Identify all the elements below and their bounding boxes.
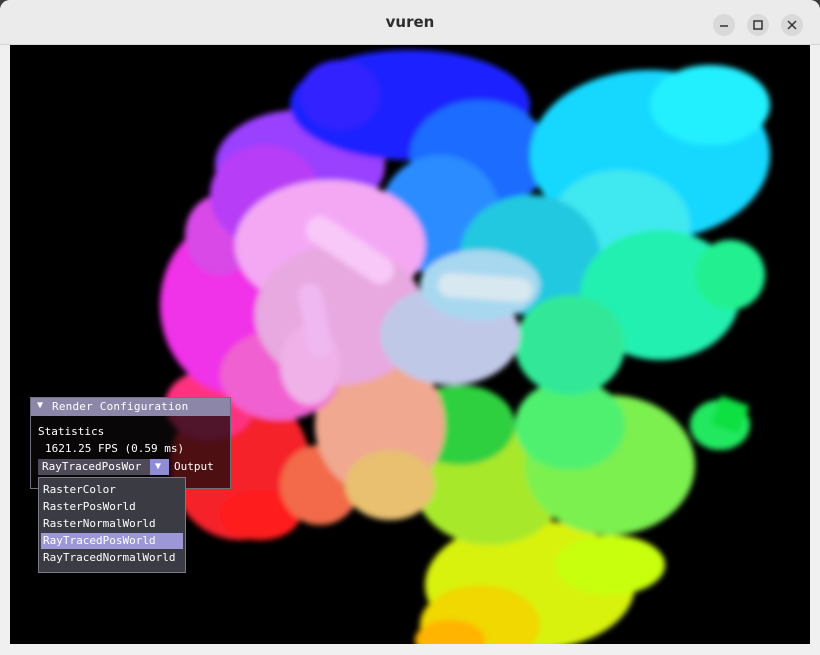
option-raytraced-normal-world[interactable]: RayTracedNormalWorld xyxy=(41,550,183,566)
combo-arrow-button[interactable]: ▼ xyxy=(150,459,169,475)
app-window: vuren ▼ Render Configuration Statistics … xyxy=(0,0,820,655)
close-icon xyxy=(787,20,797,30)
minimize-icon xyxy=(720,25,728,27)
option-raster-pos-world[interactable]: RasterPosWorld xyxy=(41,499,183,515)
option-raster-normal-world[interactable]: RasterNormalWorld xyxy=(41,516,183,532)
minimize-button[interactable] xyxy=(713,14,735,36)
maximize-icon xyxy=(753,20,763,30)
triangle-down-icon: ▼ xyxy=(155,461,162,472)
panel-header[interactable]: ▼ Render Configuration xyxy=(31,398,230,416)
fps-readout: 1621.25 FPS (0.59 ms) xyxy=(45,442,185,455)
statistics-label: Statistics xyxy=(38,425,105,438)
render-configuration-panel: ▼ Render Configuration Statistics 1621.2… xyxy=(30,397,231,489)
output-dropdown-list: RasterColor RasterPosWorld RasterNormalW… xyxy=(38,477,186,573)
close-button[interactable] xyxy=(781,14,803,36)
option-raster-color[interactable]: RasterColor xyxy=(41,482,183,498)
output-combo-value: RayTracedPosWor xyxy=(42,460,142,473)
output-label: Output xyxy=(174,460,214,473)
output-combo[interactable]: RayTracedPosWor ▼ xyxy=(38,459,169,475)
title-bar[interactable]: vuren xyxy=(0,0,820,45)
triangle-down-icon[interactable]: ▼ xyxy=(37,400,43,411)
panel-title: Render Configuration xyxy=(52,400,189,413)
window-title: vuren xyxy=(385,13,435,31)
maximize-button[interactable] xyxy=(747,14,769,36)
option-raytraced-pos-world[interactable]: RayTracedPosWorld xyxy=(41,533,183,549)
